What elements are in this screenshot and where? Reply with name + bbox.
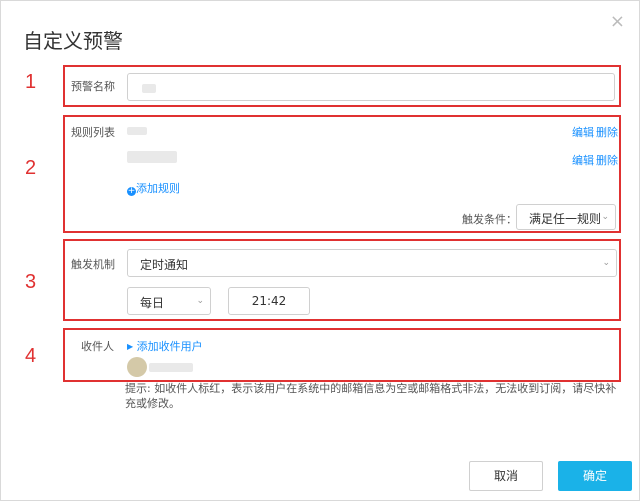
redacted-recipient: [149, 363, 193, 372]
mechanism-select[interactable]: 定时通知 ⌄: [127, 249, 617, 277]
marker-3: 3: [25, 271, 37, 293]
chevron-down-icon: ⌄: [602, 258, 610, 268]
close-icon[interactable]: ×: [610, 11, 625, 32]
chevron-down-icon: ⌄: [601, 212, 609, 222]
add-recipient-label: 添加收件用户: [136, 340, 203, 353]
rule-2-delete-link[interactable]: 删除: [596, 152, 618, 168]
rule-2-edit-link[interactable]: 编辑: [572, 152, 594, 168]
redacted-name: [142, 84, 156, 93]
rule-1-text: [127, 127, 147, 135]
mechanism-value: 定时通知: [140, 258, 189, 272]
trigger-condition-select[interactable]: 满足任一规则 ⌄: [516, 204, 616, 230]
frequency-value: 每日: [140, 296, 165, 310]
confirm-button[interactable]: 确定: [558, 461, 632, 491]
add-rule-label: 添加规则: [136, 182, 180, 195]
alert-name-label: 预警名称: [71, 80, 115, 93]
recipient-hint-text: 提示: 如收件人标红，表示该用户在系统中的邮箱信息为空或邮箱格式非法，无法收到订…: [125, 382, 617, 410]
name-section: 预警名称: [63, 65, 621, 107]
rule-1-delete-link[interactable]: 删除: [596, 124, 618, 140]
add-circle-icon: +: [127, 186, 136, 196]
chevron-down-icon: ⌄: [196, 296, 204, 306]
custom-alert-dialog: 自定义预警 × 1 2 3 4 预警名称 规则列表 编辑 删除 编辑 删除 +添…: [0, 0, 640, 501]
trigger-condition-value: 满足任一规则: [529, 212, 602, 226]
marker-2: 2: [25, 157, 37, 179]
avatar: [127, 357, 147, 377]
trigger-mechanism-label: 触发机制: [71, 258, 115, 271]
trigger-condition-label: 触发条件：: [462, 213, 517, 226]
add-rule-link[interactable]: +添加规则: [127, 180, 180, 196]
add-recipient-link[interactable]: ▶ 添加收件用户: [127, 338, 203, 354]
caret-right-icon: ▶: [127, 342, 134, 351]
marker-1: 1: [25, 71, 37, 93]
alert-name-input[interactable]: [127, 73, 615, 101]
rule-1-edit-link[interactable]: 编辑: [572, 124, 594, 140]
cancel-button[interactable]: 取消: [469, 461, 543, 491]
recipient-section: 收件人 ▶ 添加收件用户: [63, 328, 621, 382]
dialog-title: 自定义预警: [23, 29, 123, 53]
marker-4: 4: [25, 345, 37, 367]
recipient-label: 收件人: [81, 340, 114, 353]
frequency-select[interactable]: 每日 ⌄: [127, 287, 211, 315]
trigger-mechanism-section: 触发机制 定时通知 ⌄ 每日 ⌄ 21:42: [63, 239, 621, 321]
rule-2-text: [127, 151, 177, 163]
rules-list-label: 规则列表: [71, 126, 115, 139]
time-input[interactable]: 21:42: [228, 287, 310, 315]
rules-section: 规则列表 编辑 删除 编辑 删除 +添加规则 触发条件： 满足任一规则 ⌄: [63, 115, 621, 233]
